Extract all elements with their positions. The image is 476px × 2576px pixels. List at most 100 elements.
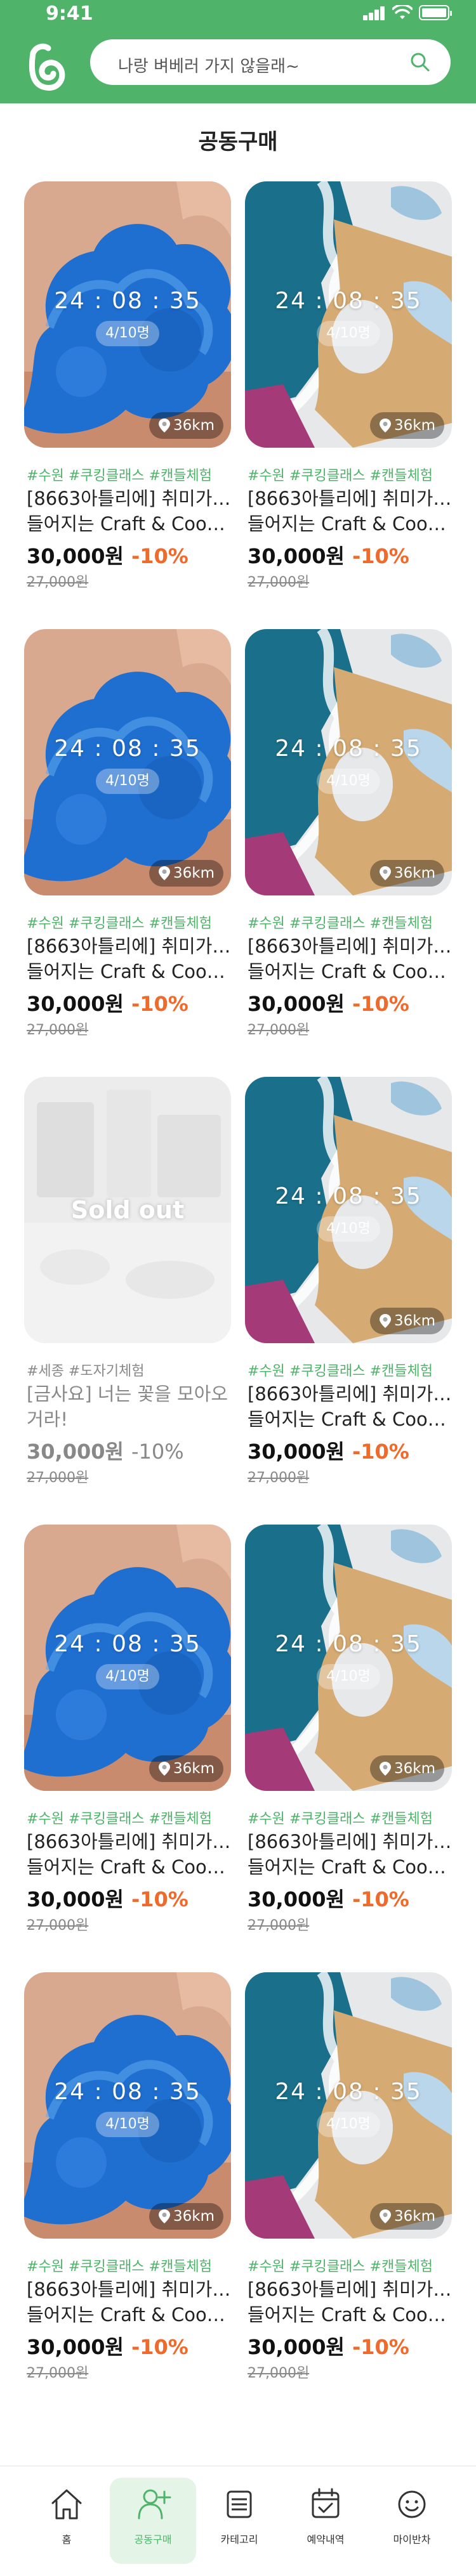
product-image[interactable]: 24 : 08 : 35 4/10명 36km	[245, 1077, 452, 1343]
distance-text: 36km	[173, 2208, 215, 2225]
product-title-line: 들어지는 Craft & Cooking	[248, 2304, 452, 2326]
distance-text: 36km	[394, 1760, 435, 1777]
product-title: [금사요] 너는 꽃을 모아오 거라!	[27, 1381, 231, 1432]
product-price-row: 30,000원 -10%	[248, 2331, 409, 2360]
nav-item-home[interactable]: 홈	[23, 2478, 110, 2564]
product-price-row: 30,000원 -10%	[248, 988, 409, 1017]
product-title-line: 들어지는 Craft & Cooking	[248, 961, 452, 982]
app-header: 9:41 나랑 벼베러 가지 않을래~	[0, 0, 476, 103]
discount-rate: -10%	[131, 1440, 184, 1464]
participant-count: 4/10명	[96, 769, 159, 794]
sold-out-label: Sold out	[70, 1196, 185, 1224]
product-image[interactable]: 24 : 08 : 35 4/10명 36km	[24, 1525, 231, 1791]
countdown-timer: 24 : 08 : 35	[54, 288, 201, 314]
product-card[interactable]: 24 : 08 : 35 4/10명 36km #수원 #쿠킹클래스 #캔들체험 [86…	[245, 1972, 452, 2404]
distance-badge: 36km	[149, 1755, 223, 1782]
product-photo	[24, 181, 231, 448]
discount-rate: -10%	[131, 544, 188, 568]
product-card[interactable]: 24 : 08 : 35 4/10명 36km #수원 #쿠킹클래스 #캔들체험 [86…	[24, 1525, 231, 1956]
product-card[interactable]: 24 : 08 : 35 4/10명 36km #수원 #쿠킹클래스 #캔들체험 [86…	[245, 1077, 452, 1508]
product-title-line: [8663아틀리에] 취미가 만	[248, 1831, 452, 1852]
search-icon[interactable]	[409, 51, 432, 74]
sale-price: 30,000원	[248, 1440, 345, 1464]
product-photo	[24, 629, 231, 895]
discount-rate: -10%	[352, 992, 409, 1016]
location-pin-icon	[159, 419, 170, 433]
location-pin-icon	[159, 2209, 170, 2223]
distance-badge: 36km	[370, 412, 444, 439]
app-logo[interactable]	[24, 41, 69, 91]
product-price-row: 30,000원 -10%	[27, 988, 188, 1017]
product-card[interactable]: 24 : 08 : 35 4/10명 36km #수원 #쿠킹클래스 #캔들체험 [86…	[245, 181, 452, 613]
distance-text: 36km	[173, 1760, 215, 1777]
product-image[interactable]: 24 : 08 : 35 4/10명 36km	[245, 1972, 452, 2239]
product-card[interactable]: 24 : 08 : 35 4/10명 36km #수원 #쿠킹클래스 #캔들체험 [86…	[24, 629, 231, 1060]
discount-rate: -10%	[352, 544, 409, 568]
product-image[interactable]: 24 : 08 : 35 4/10명 36km	[24, 181, 231, 448]
product-image[interactable]: Sold out	[24, 1077, 231, 1343]
product-title-line: [8663아틀리에] 취미가 만	[248, 488, 452, 509]
original-price: 27,000원	[248, 1918, 310, 1934]
product-image[interactable]: 24 : 08 : 35 4/10명 36km	[24, 1972, 231, 2239]
reservation-icon	[312, 2488, 340, 2518]
sale-price: 30,000원	[27, 1887, 124, 1911]
distance-text: 36km	[394, 2208, 435, 2225]
product-tags: #수원 #쿠킹클래스 #캔들체험	[248, 468, 433, 484]
distance-text: 36km	[394, 417, 435, 434]
location-pin-icon	[159, 1762, 170, 1776]
product-tags: #수원 #쿠킹클래스 #캔들체험	[27, 468, 212, 484]
distance-badge: 36km	[370, 1308, 444, 1334]
product-photo	[24, 1525, 231, 1791]
nav-item-label: 마이반차	[393, 2534, 431, 2546]
discount-rate: -10%	[131, 992, 188, 1016]
discount-rate: -10%	[352, 2335, 409, 2359]
product-card[interactable]: 24 : 08 : 35 4/10명 36km #수원 #쿠킹클래스 #캔들체험 [86…	[245, 1525, 452, 1956]
product-title-line: 들어지는 Craft & Cooking	[27, 513, 231, 535]
product-title: [8663아틀리에] 취미가 만 들어지는 Craft & Cooking	[27, 2277, 231, 2327]
participant-count: 4/10명	[96, 321, 159, 346]
nav-item-category[interactable]: 카테고리	[196, 2478, 282, 2564]
product-image[interactable]: 24 : 08 : 35 4/10명 36km	[245, 1525, 452, 1791]
product-title: [8663아틀리에] 취미가 만 들어지는 Craft & Cooking	[27, 1829, 231, 1880]
countdown-timer: 24 : 08 : 35	[275, 288, 422, 314]
product-image[interactable]: 24 : 08 : 35 4/10명 36km	[245, 181, 452, 448]
home-icon	[51, 2489, 82, 2520]
countdown-timer: 24 : 08 : 35	[54, 736, 201, 762]
product-image[interactable]: 24 : 08 : 35 4/10명 36km	[24, 629, 231, 895]
participant-count: 4/10명	[317, 1216, 380, 1242]
product-card[interactable]: Sold out #세종 #도자기체험 [금사요] 너는 꽃을 모아오 거라! 30,0…	[24, 1077, 231, 1508]
nav-item-reservation[interactable]: 예약내역	[282, 2478, 369, 2564]
distance-badge: 36km	[370, 1755, 444, 1782]
distance-badge: 36km	[370, 2203, 444, 2230]
product-tags: #수원 #쿠킹클래스 #캔들체험	[248, 916, 433, 932]
product-photo	[245, 181, 452, 448]
status-bar: 9:41	[0, 0, 476, 28]
product-photo	[24, 1972, 231, 2239]
product-photo	[245, 1077, 452, 1343]
sale-price: 30,000원	[27, 544, 124, 568]
product-price-row: 30,000원 -10%	[248, 1436, 409, 1465]
category-icon	[227, 2490, 252, 2518]
wifi-icon	[392, 5, 413, 19]
product-title: [8663아틀리에] 취미가 만들어지는 Craft & Cooking	[248, 2277, 452, 2327]
nav-item-label: 예약내역	[307, 2534, 345, 2546]
search-input[interactable]: 나랑 벼베러 가지 않을래~	[90, 39, 451, 85]
distance-badge: 36km	[370, 860, 444, 887]
nav-item-group-buy[interactable]: 공동구매	[110, 2478, 196, 2564]
product-card[interactable]: 24 : 08 : 35 4/10명 36km #수원 #쿠킹클래스 #캔들체험 [86…	[24, 1972, 231, 2404]
original-price: 27,000원	[27, 2365, 89, 2381]
sale-price: 30,000원	[248, 992, 345, 1016]
product-tags: #수원 #쿠킹클래스 #캔들체험	[27, 1811, 212, 1827]
product-image[interactable]: 24 : 08 : 35 4/10명 36km	[245, 629, 452, 895]
product-title: [8663아틀리에] 취미가 만 들어지는 Craft & Cooking	[248, 933, 452, 984]
sale-price: 30,000원	[27, 2335, 124, 2359]
product-title-line: 들어지는 Craft & Cooking	[27, 961, 231, 982]
location-pin-icon	[380, 1762, 391, 1776]
nav-item-my-page[interactable]: 마이반차	[369, 2478, 455, 2564]
product-card[interactable]: 24 : 08 : 35 4/10명 36km #수원 #쿠킹클래스 #캔들체험 [86…	[24, 181, 231, 613]
product-card[interactable]: 24 : 08 : 35 4/10명 36km #수원 #쿠킹클래스 #캔들체험 [86…	[245, 629, 452, 1060]
distance-text: 36km	[394, 865, 435, 881]
product-title-line: [8663아틀리에] 취미가 만	[248, 2279, 452, 2300]
distance-text: 36km	[173, 865, 215, 881]
location-pin-icon	[380, 2209, 391, 2223]
